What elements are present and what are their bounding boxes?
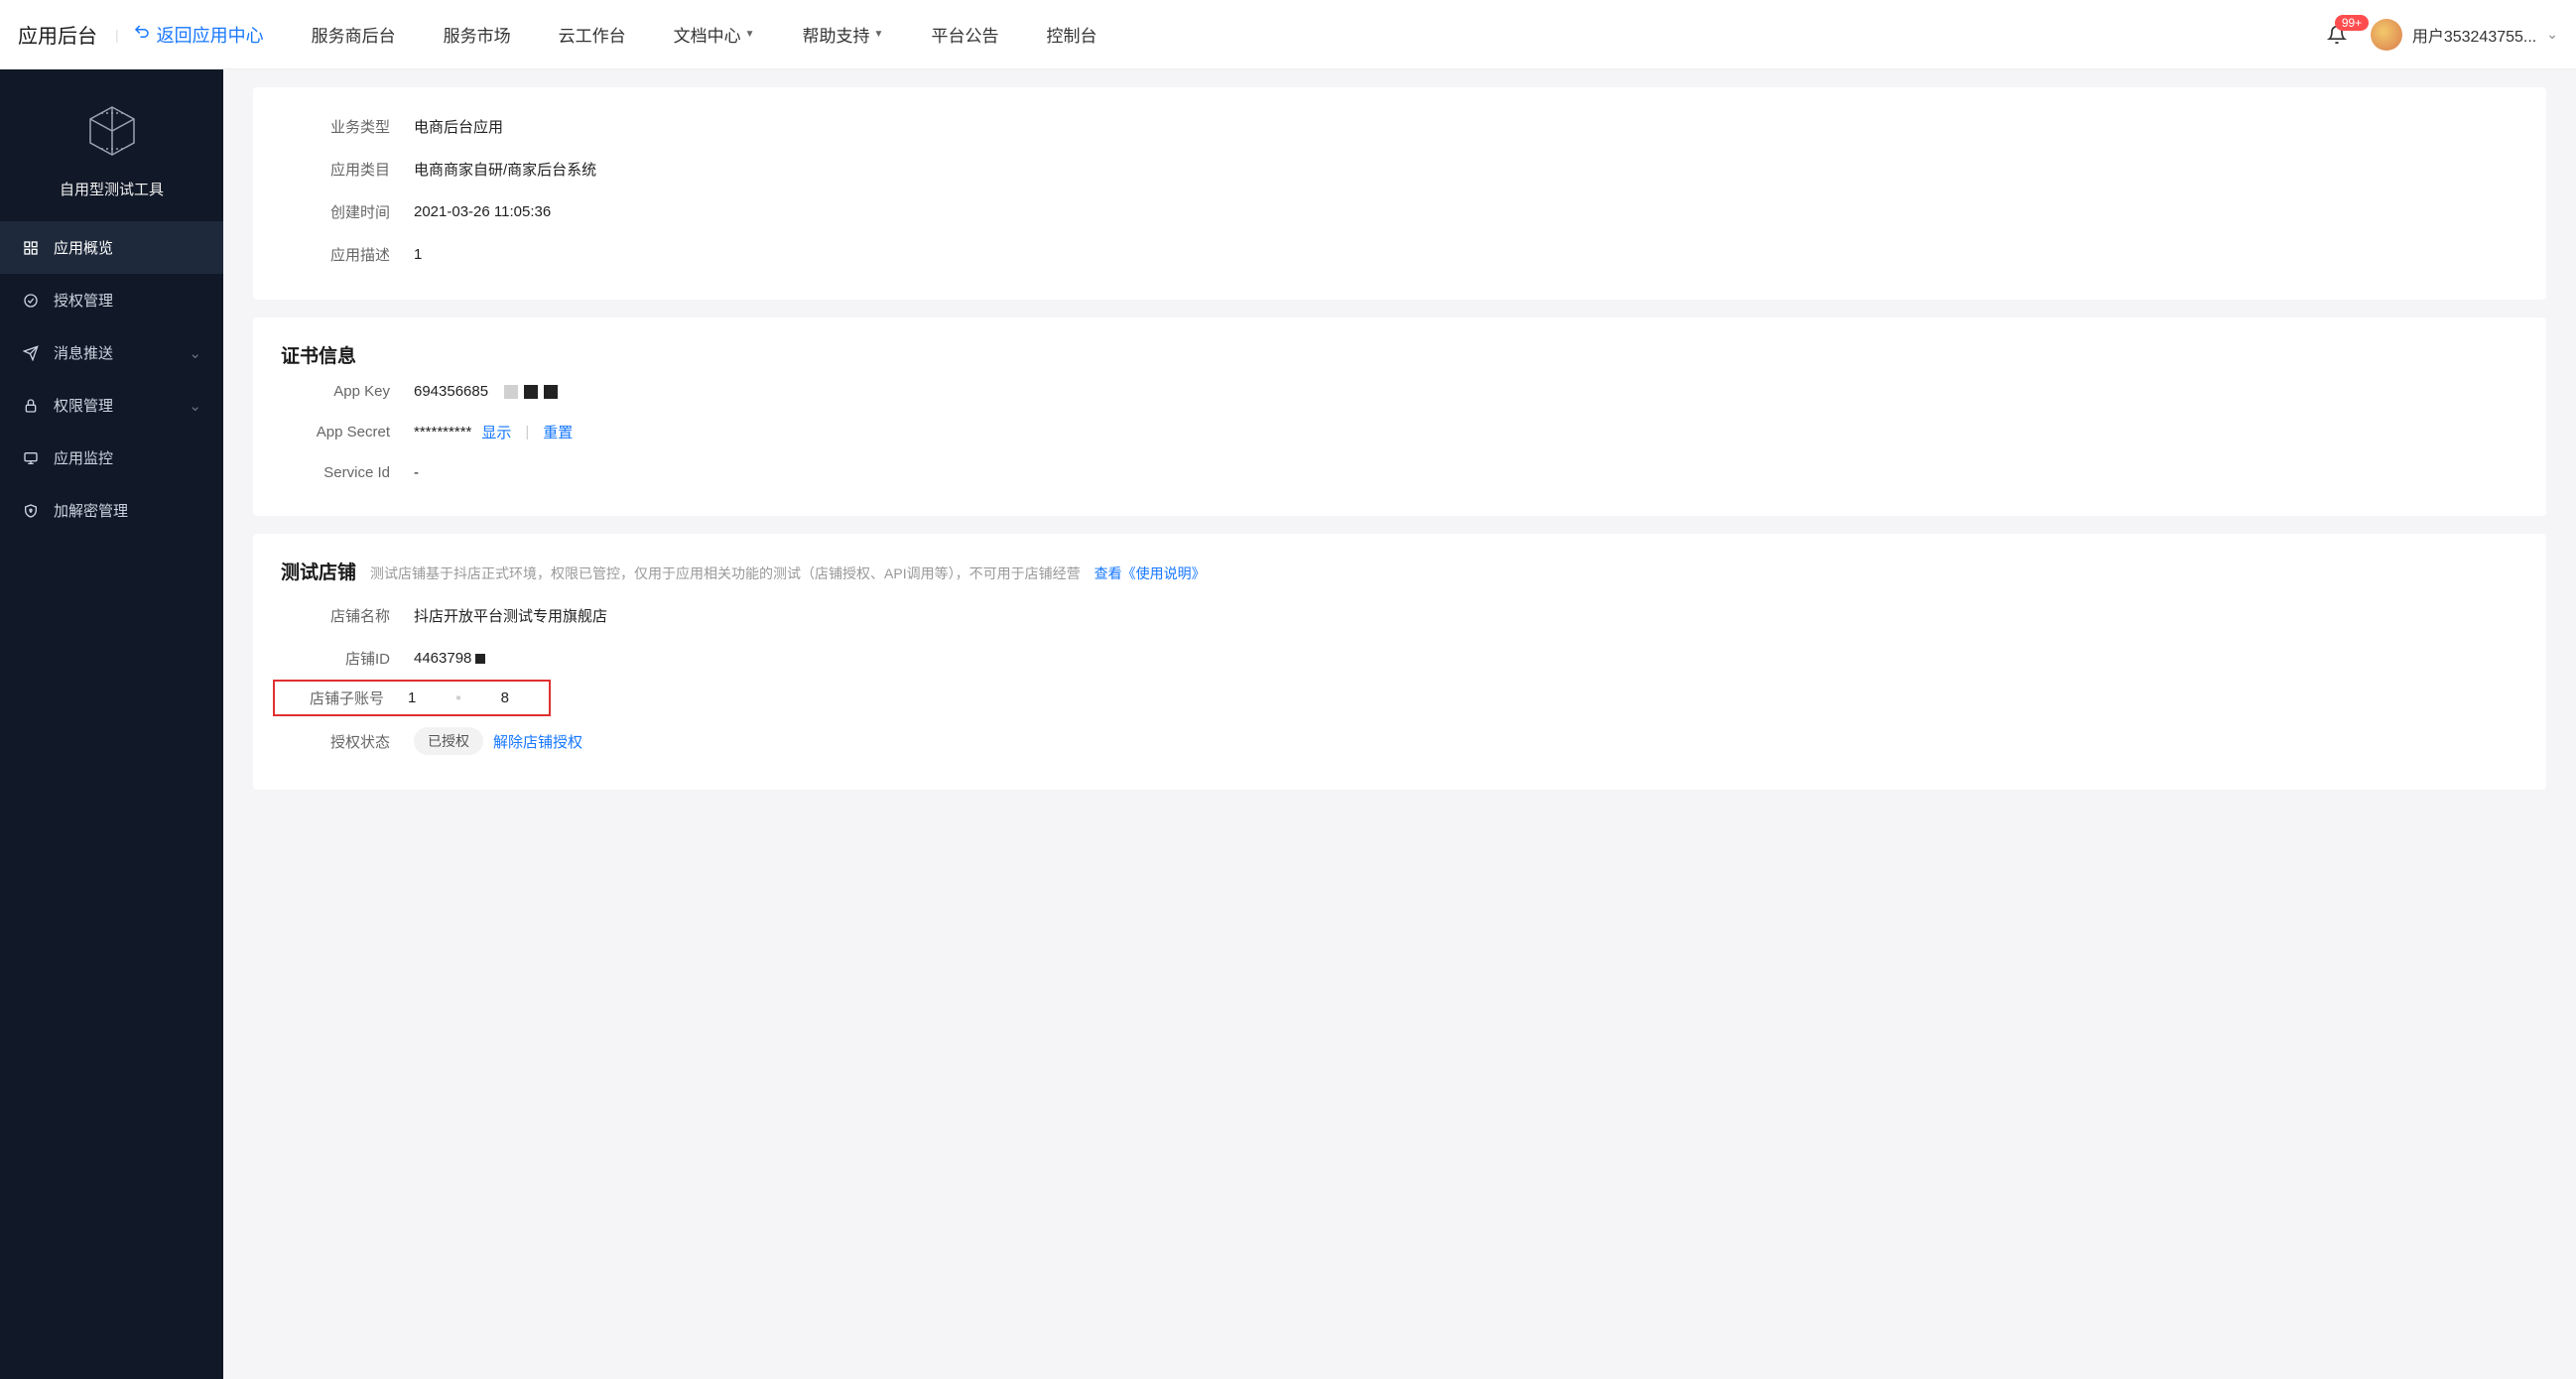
user-menu[interactable]: 用户353243755... ⌄ <box>2371 19 2558 51</box>
label-service-id: Service Id <box>281 464 390 481</box>
sidebar-menu: 应用概览 授权管理 消息推送 ⌄ 权限管理 ⌄ 应用监控 <box>0 221 223 537</box>
value-sub-account: 1 ▪ 8 <box>408 690 509 706</box>
header: 应用后台 | 返回应用中心 服务商后台 服务市场 云工作台 文档中心▼ 帮助支持… <box>0 0 2576 69</box>
nav-item-docs[interactable]: 文档中心▼ <box>674 22 755 47</box>
app-info-card: 业务类型 电商后台应用 应用类目 电商商家自研/商家后台系统 创建时间 2021… <box>253 87 2546 300</box>
sidebar-item-permission[interactable]: 权限管理 ⌄ <box>0 379 223 432</box>
row-service-id: Service Id - <box>281 453 2518 492</box>
value-store-id: 4463798 <box>414 650 485 667</box>
row-app-secret: App Secret ********** 显示 | 重置 <box>281 411 2518 453</box>
value-created-at: 2021-03-26 11:05:36 <box>414 203 551 220</box>
nav-item-isv[interactable]: 服务商后台 <box>312 22 396 47</box>
row-auth-status: 授权状态 已授权 解除店铺授权 <box>281 716 2518 766</box>
chevron-down-icon: ⌄ <box>189 397 201 415</box>
sidebar-item-overview[interactable]: 应用概览 <box>0 221 223 274</box>
row-description: 应用描述 1 <box>281 233 2518 276</box>
test-store-card: 测试店铺 测试店铺基于抖店正式环境，权限已管控，仅用于应用相关功能的测试（店铺授… <box>253 534 2546 790</box>
label-business-type: 业务类型 <box>281 116 390 137</box>
header-title: 应用后台 <box>18 20 97 49</box>
label-created-at: 创建时间 <box>281 201 390 222</box>
sidebar-item-label: 授权管理 <box>54 290 113 311</box>
lock-icon <box>22 398 40 414</box>
chevron-down-icon: ⌄ <box>2546 26 2558 43</box>
nav-item-cloud[interactable]: 云工作台 <box>559 22 626 47</box>
cert-title: 证书信息 <box>281 341 2518 368</box>
value-service-id: - <box>414 464 419 481</box>
label-store-name: 店铺名称 <box>281 605 390 626</box>
nav-item-console[interactable]: 控制台 <box>1046 22 1096 47</box>
row-store-id: 店铺ID 4463798 <box>281 637 2518 680</box>
row-app-key: App Key 694356685 <box>281 372 2518 411</box>
back-link[interactable]: 返回应用中心 <box>133 22 264 48</box>
value-store-name: 抖店开放平台测试专用旗舰店 <box>414 605 607 626</box>
notifications-button[interactable]: 99+ <box>2327 25 2347 45</box>
show-secret-link[interactable]: 显示 <box>481 422 511 442</box>
value-app-key: 694356685 <box>414 383 558 400</box>
unlink-store-link[interactable]: 解除店铺授权 <box>493 731 582 752</box>
sidebar-item-label: 应用概览 <box>54 237 113 258</box>
test-store-head: 测试店铺 测试店铺基于抖店正式环境，权限已管控，仅用于应用相关功能的测试（店铺授… <box>281 558 2518 588</box>
value-business-type: 电商后台应用 <box>414 116 503 137</box>
redacted-blocks <box>475 654 485 664</box>
check-circle-icon <box>22 293 40 309</box>
usage-guide-link[interactable]: 查看《使用说明》 <box>1095 564 1206 583</box>
app-logo-block: 自用型测试工具 <box>0 69 223 221</box>
sidebar-item-label: 消息推送 <box>54 342 113 363</box>
nav-item-announce[interactable]: 平台公告 <box>931 22 998 47</box>
grid-icon <box>22 240 40 256</box>
sidebar-item-label: 加解密管理 <box>54 500 128 521</box>
cert-card: 证书信息 App Key 694356685 App Secret ******… <box>253 317 2546 516</box>
sidebar-item-monitor[interactable]: 应用监控 <box>0 432 223 484</box>
auth-status-badge: 已授权 <box>414 727 483 755</box>
row-created-at: 创建时间 2021-03-26 11:05:36 <box>281 190 2518 233</box>
label-app-category: 应用类目 <box>281 159 390 180</box>
row-sub-account-highlight: 店铺子账号 1 ▪ 8 <box>273 680 551 716</box>
value-auth-status: 已授权 解除店铺授权 <box>414 727 582 755</box>
send-icon <box>22 345 40 361</box>
avatar <box>2371 19 2402 51</box>
undo-icon <box>133 23 151 46</box>
user-name: 用户353243755... <box>2412 23 2536 47</box>
header-right: 99+ 用户353243755... ⌄ <box>2327 19 2558 51</box>
chevron-down-icon: ⌄ <box>189 344 201 362</box>
monitor-icon <box>22 450 40 466</box>
test-store-hint: 测试店铺基于抖店正式环境，权限已管控，仅用于应用相关功能的测试（店铺授权、API… <box>370 564 1081 583</box>
notification-badge: 99+ <box>2335 15 2369 31</box>
row-app-category: 应用类目 电商商家自研/商家后台系统 <box>281 148 2518 190</box>
sidebar-item-crypto[interactable]: 加解密管理 <box>0 484 223 537</box>
sidebar-item-label: 应用监控 <box>54 447 113 468</box>
label-auth-status: 授权状态 <box>281 731 390 752</box>
sidebar-item-push[interactable]: 消息推送 ⌄ <box>0 326 223 379</box>
label-app-secret: App Secret <box>281 424 390 440</box>
back-link-label: 返回应用中心 <box>157 22 264 48</box>
redacted-blocks <box>504 385 558 399</box>
row-business-type: 业务类型 电商后台应用 <box>281 105 2518 148</box>
label-store-id: 店铺ID <box>281 648 390 669</box>
nav-item-market[interactable]: 服务市场 <box>444 22 511 47</box>
label-sub-account: 店铺子账号 <box>283 688 384 708</box>
reset-secret-link[interactable]: 重置 <box>543 422 573 442</box>
nav-item-help[interactable]: 帮助支持▼ <box>803 22 884 47</box>
header-divider: | <box>115 27 119 43</box>
value-app-category: 电商商家自研/商家后台系统 <box>414 159 596 180</box>
label-app-key: App Key <box>281 383 390 400</box>
sidebar: 自用型测试工具 应用概览 授权管理 消息推送 ⌄ 权限管理 ⌄ <box>0 69 223 1379</box>
app-name: 自用型测试工具 <box>60 179 164 199</box>
sidebar-item-auth[interactable]: 授权管理 <box>0 274 223 326</box>
chevron-down-icon: ▼ <box>745 29 755 40</box>
row-store-name: 店铺名称 抖店开放平台测试专用旗舰店 <box>281 594 2518 637</box>
cube-icon <box>80 99 144 163</box>
shield-icon <box>22 503 40 519</box>
redacted-mid: ▪ <box>455 690 460 706</box>
label-description: 应用描述 <box>281 244 390 265</box>
value-description: 1 <box>414 246 422 263</box>
value-app-secret: ********** 显示 | 重置 <box>414 422 573 442</box>
test-store-title: 测试店铺 <box>281 558 356 584</box>
chevron-down-icon: ▼ <box>874 29 884 40</box>
sidebar-item-label: 权限管理 <box>54 395 113 416</box>
main-content: 业务类型 电商后台应用 应用类目 电商商家自研/商家后台系统 创建时间 2021… <box>223 69 2576 1379</box>
top-nav: 服务商后台 服务市场 云工作台 文档中心▼ 帮助支持▼ 平台公告 控制台 <box>312 22 2327 47</box>
